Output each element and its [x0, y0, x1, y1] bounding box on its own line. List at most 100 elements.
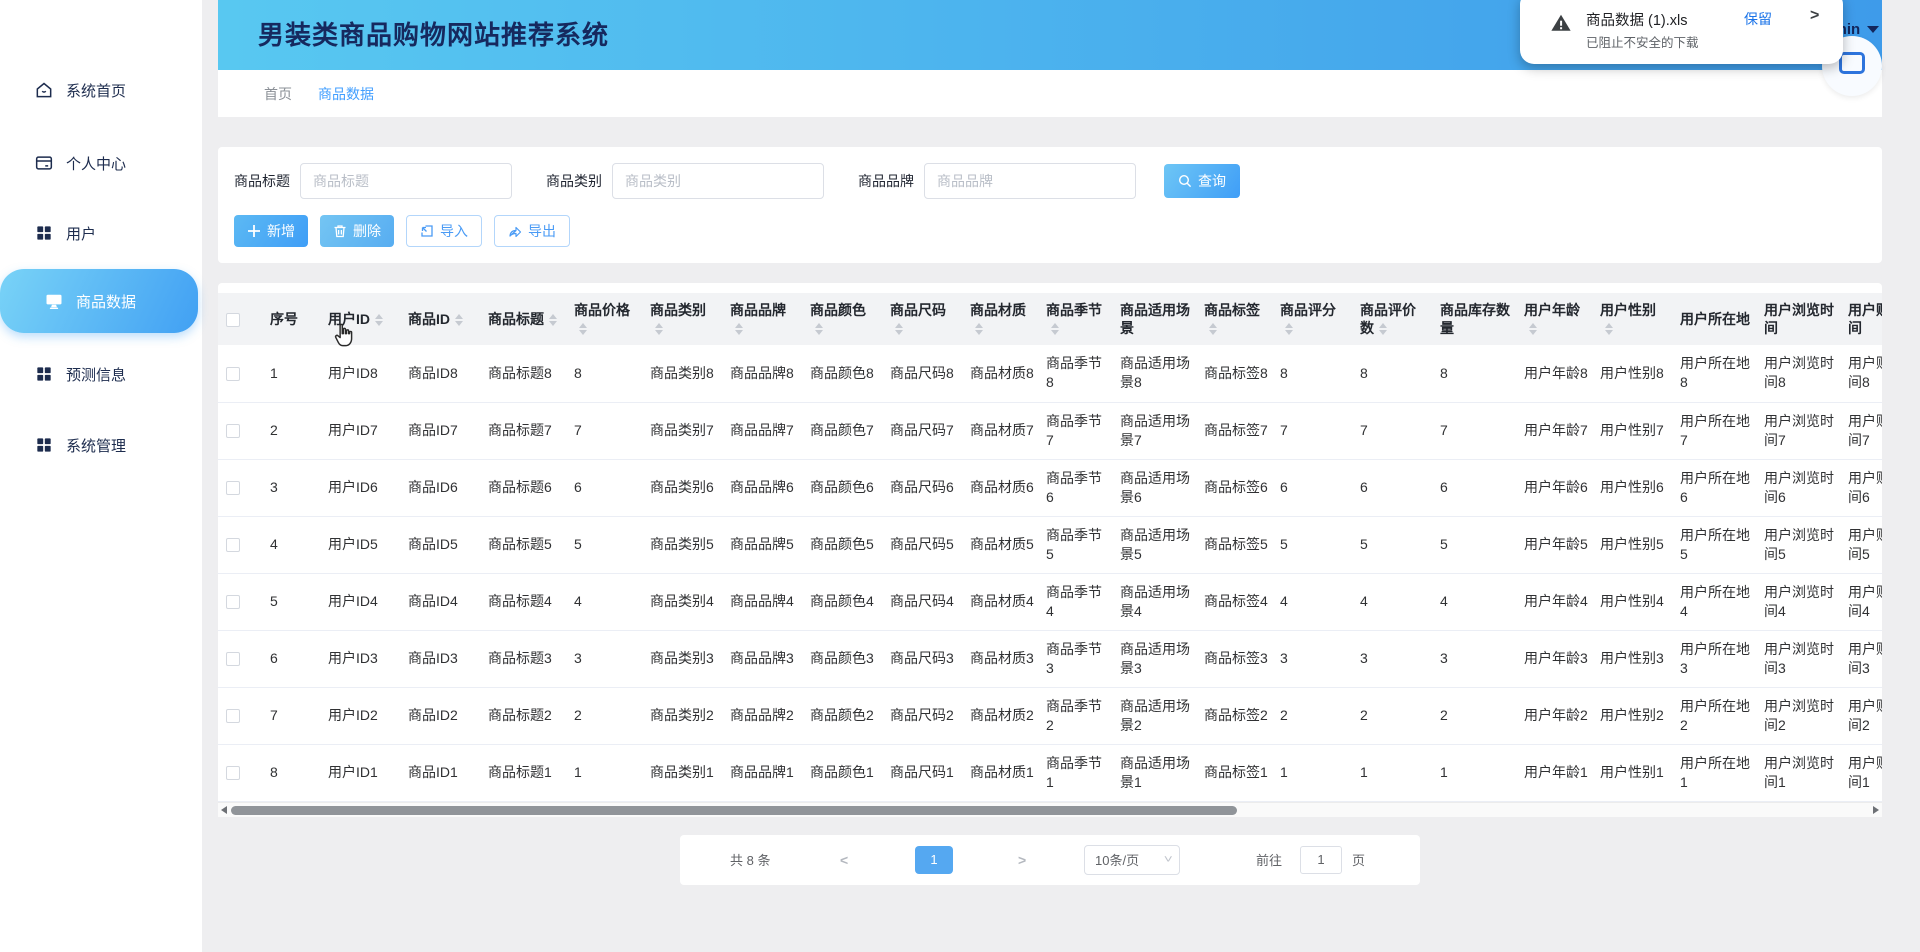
- sidebar-item-users[interactable]: 用户: [0, 211, 202, 255]
- tab-home[interactable]: 首页: [264, 84, 292, 104]
- delete-button[interactable]: 删除: [320, 215, 394, 247]
- sidebar-item-label: 个人中心: [66, 153, 126, 174]
- sort-caret-icon[interactable]: [815, 323, 823, 335]
- column-header[interactable]: 用户年龄: [1518, 293, 1594, 345]
- column-header[interactable]: 商品颜色: [804, 293, 884, 345]
- column-header[interactable]: 商品价格: [568, 293, 644, 345]
- next-page-button[interactable]: >: [1018, 835, 1026, 885]
- sort-caret-icon[interactable]: [579, 323, 587, 335]
- table-cell: 2: [1354, 687, 1434, 744]
- table-cell: 3: [1354, 630, 1434, 687]
- filter-panel: 商品标题商品类别商品品牌查询 新增 删除 导入 导出: [218, 147, 1882, 263]
- row-checkbox[interactable]: [226, 367, 240, 381]
- table-cell: 1: [568, 744, 644, 801]
- export-button[interactable]: 导出: [494, 215, 570, 247]
- goto-page-input[interactable]: [1300, 846, 1342, 874]
- tab-product-data[interactable]: 商品数据: [318, 84, 374, 104]
- column-header[interactable]: 商品材质: [964, 293, 1040, 345]
- column-header[interactable]: 商品季节: [1040, 293, 1114, 345]
- table-cell: 1: [264, 345, 322, 402]
- sort-caret-icon[interactable]: [895, 323, 903, 335]
- add-button[interactable]: 新增: [234, 215, 308, 247]
- table-row[interactable]: 5用户ID4商品ID4商品标题44商品类别4商品品牌4商品颜色4商品尺码4商品材…: [218, 573, 1882, 630]
- scrollbar-thumb[interactable]: [231, 806, 1237, 815]
- sidebar-item-product-data[interactable]: 商品数据: [0, 269, 198, 333]
- sort-caret-icon[interactable]: [1285, 323, 1293, 335]
- table-cell: 商品颜色1: [804, 744, 884, 801]
- sort-caret-icon[interactable]: [1379, 323, 1387, 335]
- row-checkbox[interactable]: [226, 481, 240, 495]
- keep-download-button[interactable]: 保留: [1744, 9, 1772, 29]
- scroll-right-arrow-icon[interactable]: [1873, 806, 1879, 814]
- sort-caret-icon[interactable]: [455, 314, 463, 326]
- column-header[interactable]: 商品ID: [402, 293, 482, 345]
- row-checkbox[interactable]: [226, 652, 240, 666]
- table-cell: 用户性别6: [1594, 459, 1674, 516]
- table-row[interactable]: 4用户ID5商品ID5商品标题55商品类别5商品品牌5商品颜色5商品尺码5商品材…: [218, 516, 1882, 573]
- column-header[interactable]: 用户性别: [1594, 293, 1674, 345]
- sort-caret-icon[interactable]: [1529, 323, 1537, 335]
- row-checkbox[interactable]: [226, 709, 240, 723]
- row-checkbox[interactable]: [226, 766, 240, 780]
- product-brand-label: 商品品牌: [858, 171, 914, 191]
- table-cell: 用户购买时间6: [1842, 459, 1882, 516]
- table-cell: 商品ID7: [402, 402, 482, 459]
- table-cell: 商品颜色3: [804, 630, 884, 687]
- column-header-label: 商品季节: [1046, 302, 1102, 318]
- column-header[interactable]: 商品标签: [1198, 293, 1274, 345]
- table-row[interactable]: 7用户ID2商品ID2商品标题22商品类别2商品品牌2商品颜色2商品尺码2商品材…: [218, 687, 1882, 744]
- column-header-label: 商品适用场景: [1120, 302, 1190, 336]
- table-row[interactable]: 1用户ID8商品ID8商品标题88商品类别8商品品牌8商品颜色8商品尺码8商品材…: [218, 345, 1882, 402]
- table-cell: 商品适用场景7: [1114, 402, 1198, 459]
- table-cell: 2: [1274, 687, 1354, 744]
- table-cell: 5: [568, 516, 644, 573]
- page-size-select[interactable]: 10条/页 ˅: [1084, 845, 1180, 875]
- table-cell: 商品颜色4: [804, 573, 884, 630]
- import-button[interactable]: 导入: [406, 215, 482, 247]
- column-header[interactable]: 用户ID: [322, 293, 402, 345]
- sort-caret-icon[interactable]: [1605, 323, 1613, 335]
- sidebar-item-predictions[interactable]: 预测信息: [0, 352, 202, 396]
- sort-caret-icon[interactable]: [735, 323, 743, 335]
- column-header[interactable]: 商品尺码: [884, 293, 964, 345]
- table-row[interactable]: 6用户ID3商品ID3商品标题33商品类别3商品品牌3商品颜色3商品尺码3商品材…: [218, 630, 1882, 687]
- pagination-bar: 共 8 条 < 1 > 10条/页 ˅ 前往 页: [680, 835, 1420, 885]
- table-row[interactable]: 8用户ID1商品ID1商品标题11商品类别1商品品牌1商品颜色1商品尺码1商品材…: [218, 744, 1882, 801]
- prev-page-button[interactable]: <: [840, 835, 848, 885]
- sort-caret-icon[interactable]: [975, 323, 983, 335]
- table-cell: 商品颜色8: [804, 345, 884, 402]
- column-header-label: 商品价格: [574, 302, 630, 318]
- sort-caret-icon[interactable]: [375, 314, 383, 326]
- column-header: 用户浏览时间: [1758, 293, 1842, 345]
- table-cell: 商品品牌6: [724, 459, 804, 516]
- sort-caret-icon[interactable]: [1051, 323, 1059, 335]
- table-cell: 商品适用场景8: [1114, 345, 1198, 402]
- row-checkbox[interactable]: [226, 424, 240, 438]
- row-checkbox[interactable]: [226, 538, 240, 552]
- product-brand-input[interactable]: [924, 163, 1136, 199]
- select-all-checkbox[interactable]: [226, 313, 240, 327]
- table-row[interactable]: 2用户ID7商品ID7商品标题77商品类别7商品品牌7商品颜色7商品尺码7商品材…: [218, 402, 1882, 459]
- page-1-button[interactable]: 1: [915, 846, 953, 874]
- sort-caret-icon[interactable]: [549, 314, 557, 326]
- product-category-input[interactable]: [612, 163, 824, 199]
- product-title-input[interactable]: [300, 163, 512, 199]
- table-cell: 用户所在地4: [1674, 573, 1758, 630]
- sort-caret-icon[interactable]: [655, 323, 663, 335]
- sidebar-item-system-home[interactable]: 系统首页: [0, 68, 202, 112]
- column-header[interactable]: 商品评分: [1274, 293, 1354, 345]
- row-checkbox[interactable]: [226, 595, 240, 609]
- column-header[interactable]: 商品类别: [644, 293, 724, 345]
- column-header[interactable]: 商品评价数: [1354, 293, 1434, 345]
- table-cell: 商品材质6: [964, 459, 1040, 516]
- table-cell: 商品材质1: [964, 744, 1040, 801]
- sort-caret-icon[interactable]: [1209, 323, 1217, 335]
- search-button[interactable]: 查询: [1164, 164, 1240, 198]
- column-header[interactable]: 商品标题: [482, 293, 568, 345]
- sidebar-item-profile[interactable]: 个人中心: [0, 141, 202, 185]
- column-header[interactable]: 商品品牌: [724, 293, 804, 345]
- table-row[interactable]: 3用户ID6商品ID6商品标题66商品类别6商品品牌6商品颜色6商品尺码6商品材…: [218, 459, 1882, 516]
- notification-chevron-icon[interactable]: >: [1810, 7, 1819, 25]
- scroll-left-arrow-icon[interactable]: [221, 806, 227, 814]
- sidebar-item-system-admin[interactable]: 系统管理: [0, 423, 202, 467]
